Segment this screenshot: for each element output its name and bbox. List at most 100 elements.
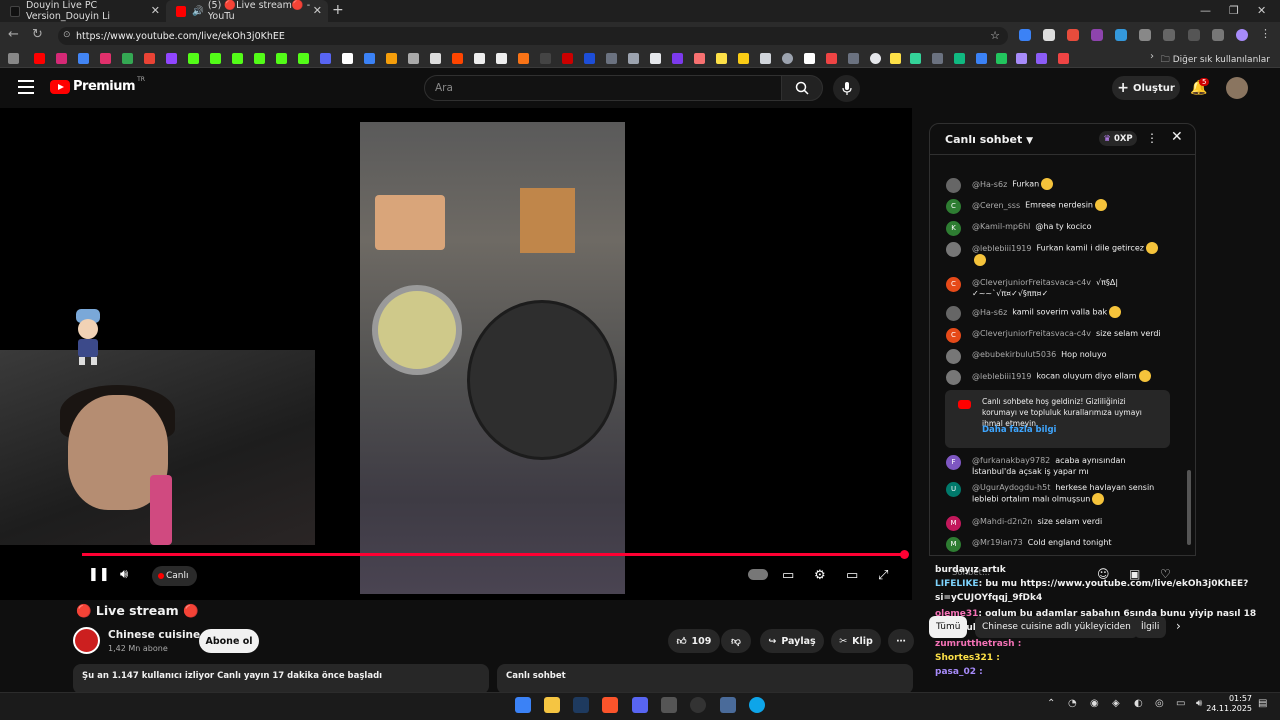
chat-avatar[interactable]: F [946, 455, 961, 470]
learn-more-link[interactable]: Daha fazla bilgi [982, 425, 1056, 435]
autoplay-toggle[interactable] [748, 569, 768, 580]
extension-icon[interactable] [1139, 29, 1151, 41]
bookmark-icon[interactable] [672, 53, 683, 64]
search-button[interactable] [781, 75, 823, 101]
bookmark-icon[interactable] [452, 53, 463, 64]
chat-avatar[interactable] [946, 370, 961, 385]
edge-icon[interactable] [749, 697, 765, 713]
tray-icon[interactable]: ◔ [1068, 698, 1077, 709]
bookmark-icon[interactable] [760, 53, 771, 64]
chat-avatar[interactable]: K [946, 221, 961, 236]
chat-title-dropdown[interactable]: Canlı sohbet ▼ [945, 133, 1033, 146]
bookmark-icon[interactable] [364, 53, 375, 64]
chat-close-icon[interactable]: ✕ [1171, 129, 1183, 145]
bookmark-icon[interactable] [954, 53, 965, 64]
chat-avatar[interactable]: M [946, 516, 961, 531]
window-close-icon[interactable]: ✕ [1257, 4, 1266, 17]
windows-start-icon[interactable] [515, 697, 531, 713]
steam-icon[interactable] [573, 697, 589, 713]
bookmark-icon[interactable] [342, 53, 353, 64]
extension-icon[interactable] [1067, 29, 1079, 41]
chat-scrollbar[interactable] [1187, 470, 1191, 545]
clip-button[interactable]: ✂ Klip [831, 629, 881, 653]
dislike-button[interactable]: 👎︎ [721, 629, 751, 653]
bookmark-icon[interactable] [996, 53, 1007, 64]
close-tab-icon[interactable]: ✕ [313, 4, 322, 17]
bookmark-icon[interactable] [474, 53, 485, 64]
bookmark-icon[interactable] [166, 53, 177, 64]
bookmark-icon[interactable] [782, 53, 793, 64]
bookmark-icon[interactable] [932, 53, 943, 64]
bookmark-icon[interactable] [100, 53, 111, 64]
url-bar[interactable]: ⊙ https://www.youtube.com/live/ekOh3j0Kh… [58, 27, 1008, 45]
search-input[interactable]: Ara [424, 75, 782, 101]
bookmark-icon[interactable] [122, 53, 133, 64]
chat-avatar[interactable] [946, 306, 961, 321]
tray-chevron-icon[interactable]: ⌃ [1047, 698, 1055, 709]
bookmark-icon[interactable] [716, 53, 727, 64]
tray-icon[interactable]: ◐ [1134, 698, 1143, 709]
extensions-icon[interactable] [1163, 29, 1175, 41]
hamburger-menu-icon[interactable] [18, 80, 34, 94]
chat-avatar[interactable] [946, 349, 961, 364]
bookmark-icon[interactable] [1058, 53, 1069, 64]
chevron-right-icon[interactable]: › [1150, 51, 1154, 62]
channel-name[interactable]: Chinese cuisine [108, 629, 200, 641]
like-button[interactable]: 👍︎ 109 [668, 629, 720, 653]
bookmark-icon[interactable] [144, 53, 155, 64]
tray-icon[interactable]: ◎ [1155, 698, 1164, 709]
chip-uploader[interactable]: Chinese cuisine adlı yükleyiciden [975, 616, 1138, 638]
notification-icon[interactable]: ▤ [1258, 698, 1267, 709]
split-view-icon[interactable] [1188, 29, 1200, 41]
bookmark-icon[interactable] [430, 53, 441, 64]
menu-dots-icon[interactable]: ⋮ [1260, 27, 1272, 40]
bookmark-icon[interactable] [210, 53, 221, 64]
bookmark-icon[interactable] [320, 53, 331, 64]
chip-related[interactable]: İlgili [1134, 616, 1167, 638]
share-button[interactable]: ↪ Paylaş [760, 629, 824, 653]
bookmark-icon[interactable] [606, 53, 617, 64]
bookmark-icon[interactable] [870, 53, 881, 64]
taskbar-clock[interactable]: 01:57 24.11.2025 [1206, 694, 1252, 714]
youtube-logo[interactable]: Premium TR [50, 76, 145, 94]
bookmark-icon[interactable] [694, 53, 705, 64]
bookmark-icon[interactable] [276, 53, 287, 64]
bookmark-icon[interactable] [738, 53, 749, 64]
bookmark-icon[interactable] [232, 53, 243, 64]
chip-all[interactable]: Tümü [929, 616, 968, 638]
bookmark-icon[interactable] [826, 53, 837, 64]
channel-avatar[interactable] [73, 627, 100, 654]
discord-icon[interactable] [632, 697, 648, 713]
extension-icon[interactable] [1043, 29, 1055, 41]
back-icon[interactable]: ← [8, 27, 19, 42]
chat-avatar[interactable] [946, 178, 961, 193]
bookmark-icon[interactable] [910, 53, 921, 64]
extension-icon[interactable] [1019, 29, 1031, 41]
bookmark-icon[interactable] [628, 53, 639, 64]
progress-scrubber[interactable] [900, 550, 909, 559]
site-info-icon[interactable]: ⊙ [63, 30, 71, 40]
pause-icon[interactable]: ❚❚ [88, 567, 110, 582]
tab-douyin[interactable]: Douyin Live PC Version_Douyin Li ✕ [0, 0, 166, 22]
app-icon[interactable] [661, 697, 677, 713]
bookmark-icon[interactable] [254, 53, 265, 64]
extension-icon[interactable] [1115, 29, 1127, 41]
app-icon[interactable] [720, 697, 736, 713]
maximize-icon[interactable]: ❐ [1229, 4, 1239, 17]
bookmark-icon[interactable] [8, 53, 19, 64]
profile-icon[interactable] [1236, 29, 1248, 41]
bookmark-icon[interactable] [1016, 53, 1027, 64]
bookmark-icon[interactable] [890, 53, 901, 64]
chat-avatar[interactable]: U [946, 482, 961, 497]
speaker-icon[interactable]: 🔊 [192, 6, 204, 17]
chat-more-icon[interactable]: ⋮ [1146, 131, 1158, 145]
xp-badge[interactable]: ♛ 0XP [1099, 131, 1137, 146]
bookmark-icon[interactable] [78, 53, 89, 64]
download-icon[interactable] [1212, 29, 1224, 41]
bookmark-icon[interactable] [34, 53, 45, 64]
minimize-icon[interactable]: — [1200, 4, 1211, 17]
chat-avatar[interactable]: C [946, 199, 961, 214]
create-button[interactable]: + Oluştur [1112, 76, 1180, 100]
tab-youtube[interactable]: 🔊 (5) 🔴Live stream🔴 - YouTu ✕ [166, 0, 328, 22]
subscribe-button[interactable]: Abone ol [199, 629, 259, 653]
